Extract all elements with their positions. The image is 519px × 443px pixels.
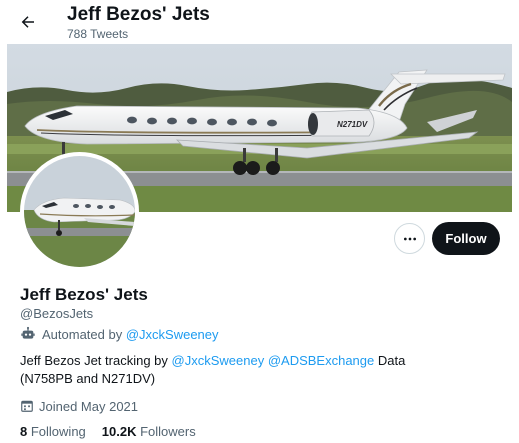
following-link[interactable]: 8 Following — [20, 424, 86, 439]
header-title: Jeff Bezos' Jets — [67, 4, 210, 25]
automated-prefix: Automated by — [42, 326, 123, 342]
profile-bio: Jeff Bezos Jet tracking by @JxckSweeney … — [20, 352, 490, 388]
more-horizontal-icon — [403, 237, 416, 240]
more-options-button[interactable] — [394, 223, 425, 254]
follow-stats: 8 Following 10.2K Followers — [20, 424, 212, 439]
back-button[interactable] — [16, 10, 40, 34]
avatar-jet-image — [24, 156, 135, 267]
profile-header-bar: Jeff Bezos' Jets 788 Tweets — [0, 0, 519, 44]
profile-name: Jeff Bezos' Jets — [20, 285, 148, 304]
followers-count: 10.2K — [101, 424, 137, 439]
joined-text: Joined May 2021 — [39, 398, 139, 414]
avatar[interactable] — [20, 152, 139, 271]
followers-label: Followers — [140, 424, 196, 439]
tweet-count: 788 Tweets — [67, 27, 129, 41]
bio-tail-numbers: (N758PB and N271DV) — [20, 371, 156, 386]
following-label: Following — [30, 424, 86, 439]
bot-icon — [20, 326, 36, 342]
profile-handle: @BezosJets — [20, 306, 94, 321]
bio-text: Jeff Bezos Jet tracking by — [20, 353, 168, 368]
automated-by-link[interactable]: @JxckSweeney — [126, 327, 219, 342]
followers-link[interactable]: 10.2K Followers — [102, 424, 196, 439]
banner-tail-number: N271DV — [337, 120, 368, 129]
arrow-left-icon — [21, 16, 34, 28]
bio-text-data: Data — [377, 353, 406, 368]
following-count: 8 — [20, 424, 28, 439]
follow-button[interactable]: Follow — [432, 222, 500, 255]
bio-mention-adsbexchange[interactable]: @ADSBExchange — [268, 353, 374, 368]
bio-mention-jxcksweeney[interactable]: @JxckSweeney — [172, 353, 265, 368]
joined-date: Joined May 2021 — [20, 398, 138, 414]
calendar-icon — [20, 399, 34, 413]
automated-label: Automated by @JxckSweeney — [20, 325, 219, 343]
